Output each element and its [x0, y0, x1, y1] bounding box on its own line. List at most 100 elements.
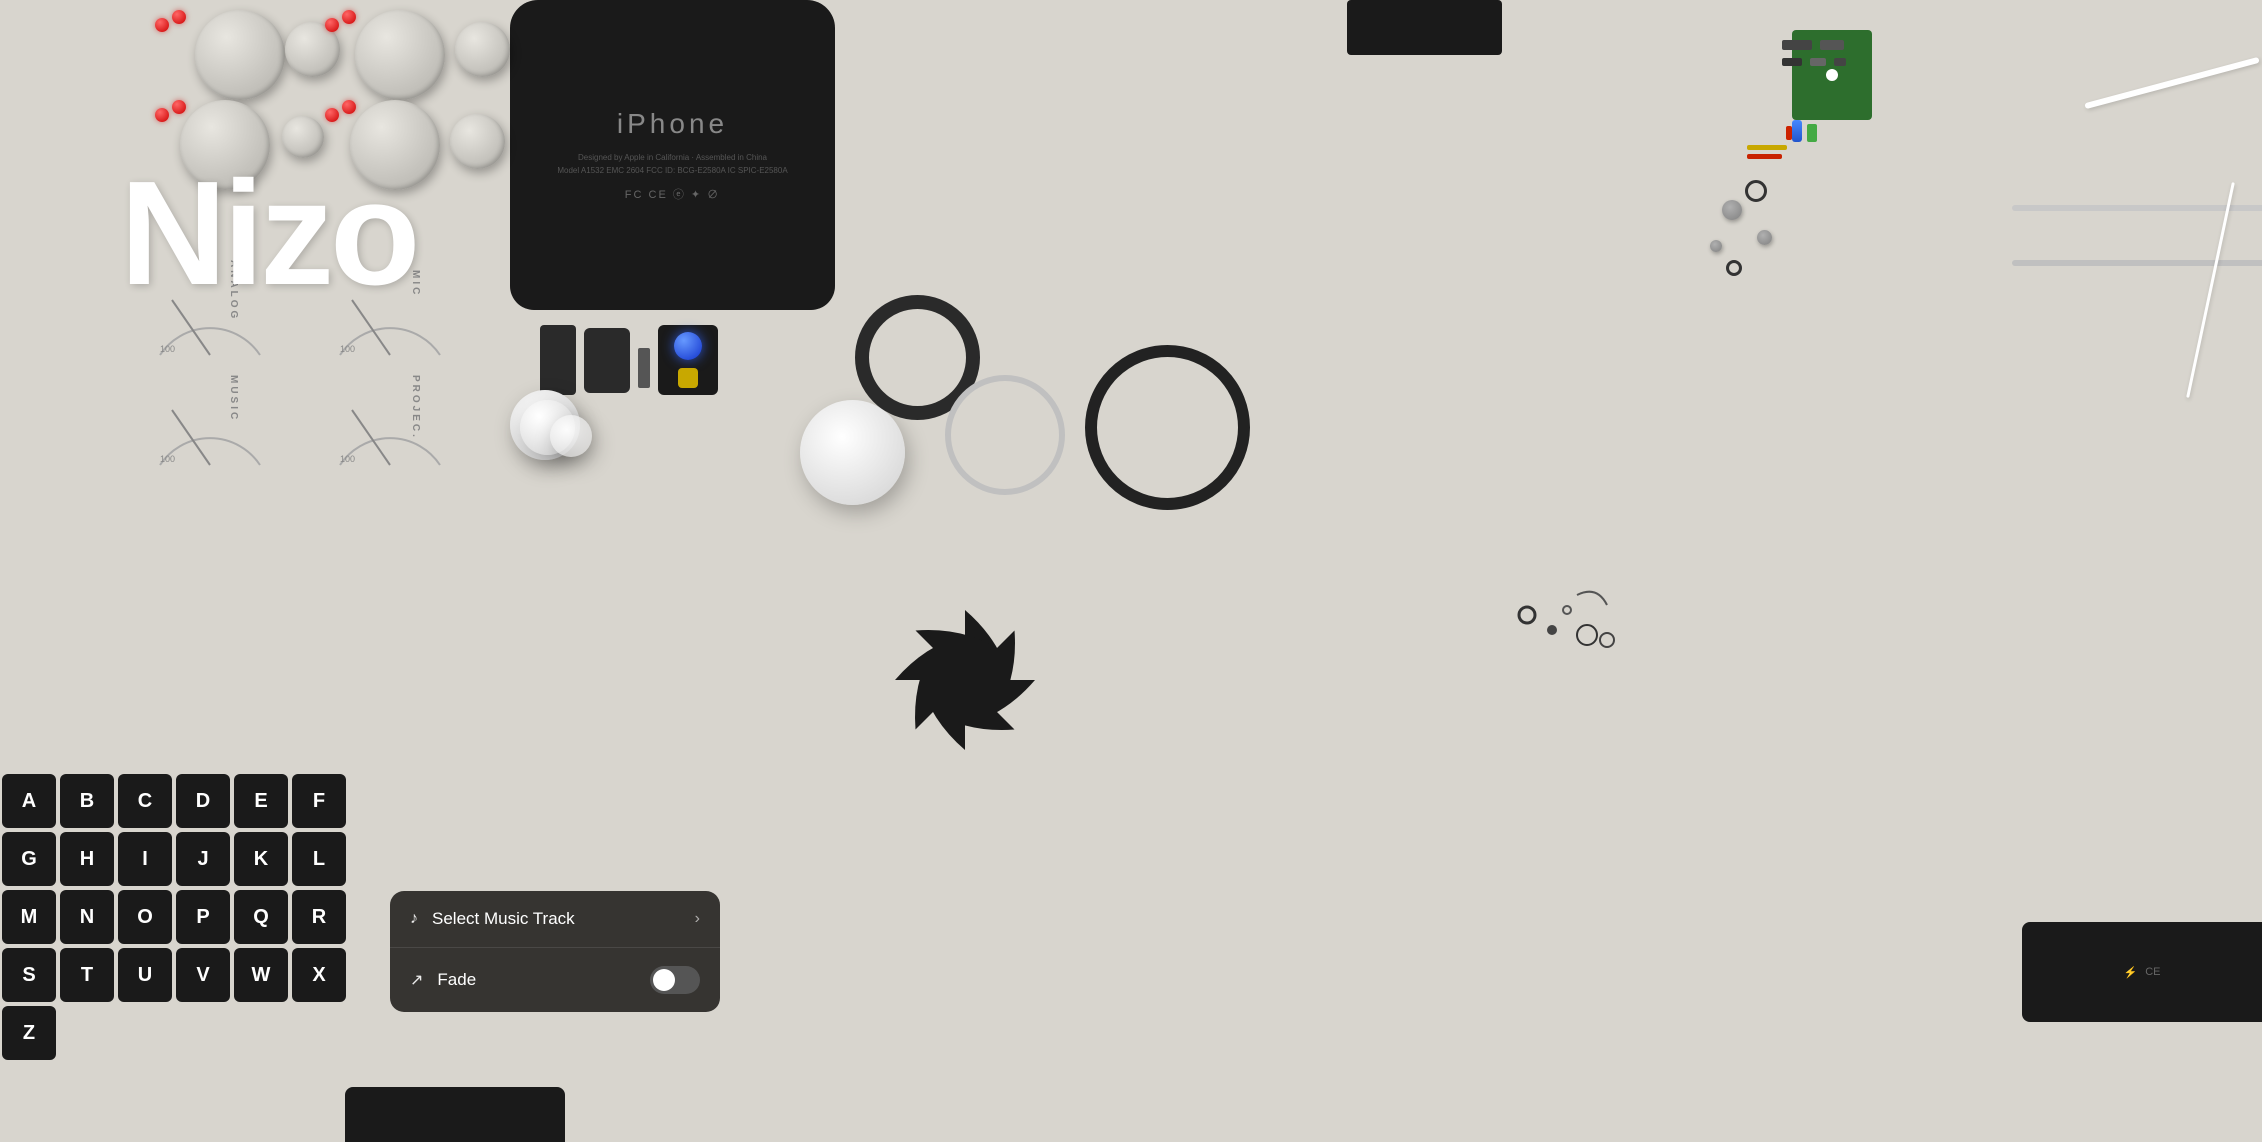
dark-bar-bottom-right: ⚡ CE — [2022, 922, 2262, 1022]
fastener-1 — [1722, 200, 1742, 220]
led-4 — [342, 10, 356, 24]
cam-part-1 — [540, 325, 576, 395]
keyboard-row-4: S T U V W X — [0, 946, 348, 1004]
music-dial: 100 — [150, 380, 270, 470]
fastener-2 — [1757, 230, 1772, 245]
key-l[interactable]: L — [292, 832, 346, 886]
key-d[interactable]: D — [176, 774, 230, 828]
led-6 — [172, 100, 186, 114]
keyboard-row-2: G H I J K L — [0, 830, 348, 888]
svg-text:100: 100 — [340, 454, 355, 464]
smd-5 — [1834, 58, 1846, 66]
key-n[interactable]: N — [60, 890, 114, 944]
key-w[interactable]: W — [234, 948, 288, 1002]
cam-part-2 — [584, 328, 630, 393]
small-ring-2 — [1726, 260, 1742, 276]
led-1 — [155, 18, 169, 32]
fade-icon: ↗ — [410, 970, 423, 990]
smd-2 — [1820, 40, 1844, 50]
cap-green — [1807, 124, 1817, 142]
camera-parts — [540, 325, 718, 395]
svg-text:100: 100 — [340, 344, 355, 354]
shutter-aperture — [855, 570, 1075, 790]
cam-connector — [638, 348, 650, 388]
menu-item-fade-left: ↗ Fade — [410, 970, 476, 990]
led-2 — [172, 10, 186, 24]
bar-icon-1: ⚡ — [2124, 966, 2138, 979]
key-x[interactable]: X — [292, 948, 346, 1002]
led-3 — [325, 18, 339, 32]
key-m[interactable]: M — [2, 890, 56, 944]
knob-4 — [455, 22, 510, 77]
keyboard-area: A B C D E F G H I J K L M N O P Q R S T … — [0, 772, 348, 1062]
white-cable — [2084, 57, 2259, 109]
key-p[interactable]: P — [176, 890, 230, 944]
iphone-text-line1: Designed by Apple in California · Assemb… — [578, 152, 767, 165]
resistors — [1747, 145, 1787, 163]
key-a[interactable]: A — [2, 774, 56, 828]
main-scene: Nizo iPhone Designed by Apple in Califor… — [0, 0, 2262, 1142]
key-f[interactable]: F — [292, 774, 346, 828]
app-logo: Nizo — [120, 160, 416, 308]
fastener-3 — [1710, 240, 1722, 252]
menu-item-music-label: Select Music Track — [432, 909, 575, 929]
smd-1 — [1782, 40, 1812, 50]
smd-4 — [1810, 58, 1826, 66]
music-label: MUSIC — [228, 375, 239, 422]
key-j[interactable]: J — [176, 832, 230, 886]
yellow-sensor — [678, 368, 698, 388]
iphone-logos: FC CE ⓔ ✦ ∅ — [625, 186, 720, 202]
resistor-2 — [1747, 154, 1782, 159]
bar-icon-2: CE — [2145, 966, 2160, 978]
keyboard-row-1: A B C D E F — [0, 772, 348, 830]
proj-label: PROJEC. — [410, 375, 421, 440]
key-q[interactable]: Q — [234, 890, 288, 944]
knob-3 — [355, 10, 445, 100]
menu-item-fade-label: Fade — [437, 970, 476, 990]
key-e[interactable]: E — [234, 774, 288, 828]
menu-panel: ♪ Select Music Track › ↗ Fade — [390, 891, 720, 1012]
led-8 — [342, 100, 356, 114]
keyboard-row-3: M N O P Q R — [0, 888, 348, 946]
key-b[interactable]: B — [60, 774, 114, 828]
menu-item-fade[interactable]: ↗ Fade — [390, 948, 720, 1012]
knob-1 — [195, 10, 285, 100]
dark-board-top — [1347, 0, 1502, 55]
key-c[interactable]: C — [118, 774, 172, 828]
ring-medium — [945, 375, 1065, 495]
key-t[interactable]: T — [60, 948, 114, 1002]
key-k[interactable]: K — [234, 832, 288, 886]
menu-item-music[interactable]: ♪ Select Music Track › — [390, 891, 720, 948]
resistor-1 — [1747, 145, 1787, 150]
small-parts-area — [1507, 575, 1627, 660]
lens-dome-tiny — [550, 415, 592, 457]
music-note-icon: ♪ — [410, 910, 418, 928]
key-s[interactable]: S — [2, 948, 56, 1002]
iphone-text-line2: Model A1532 EMC 2604 FCC ID: BCG-E2580A … — [557, 165, 787, 178]
ring-large-right — [1085, 345, 1250, 510]
smd-3 — [1782, 58, 1802, 66]
camera-led-unit — [658, 325, 718, 395]
led-5 — [155, 108, 169, 122]
svg-text:100: 100 — [160, 454, 175, 464]
key-i[interactable]: I — [118, 832, 172, 886]
svg-text:100: 100 — [160, 344, 175, 354]
knob-8 — [450, 114, 505, 169]
key-h[interactable]: H — [60, 832, 114, 886]
bar-icons: ⚡ CE — [2124, 966, 2161, 979]
key-o[interactable]: O — [118, 890, 172, 944]
cap-blue — [1792, 120, 1802, 142]
key-v[interactable]: V — [176, 948, 230, 1002]
white-dome-large — [800, 400, 905, 505]
led-7 — [325, 108, 339, 122]
iphone-component: iPhone Designed by Apple in California ·… — [510, 0, 835, 310]
keyboard-row-5: Z — [0, 1004, 348, 1062]
menu-arrow-icon: › — [695, 910, 700, 928]
key-z[interactable]: Z — [2, 1006, 56, 1060]
fade-toggle[interactable] — [650, 966, 700, 994]
key-u[interactable]: U — [118, 948, 172, 1002]
iphone-brand: iPhone — [617, 108, 728, 140]
key-r[interactable]: R — [292, 890, 346, 944]
key-g[interactable]: G — [2, 832, 56, 886]
small-ring-1 — [1745, 180, 1767, 202]
